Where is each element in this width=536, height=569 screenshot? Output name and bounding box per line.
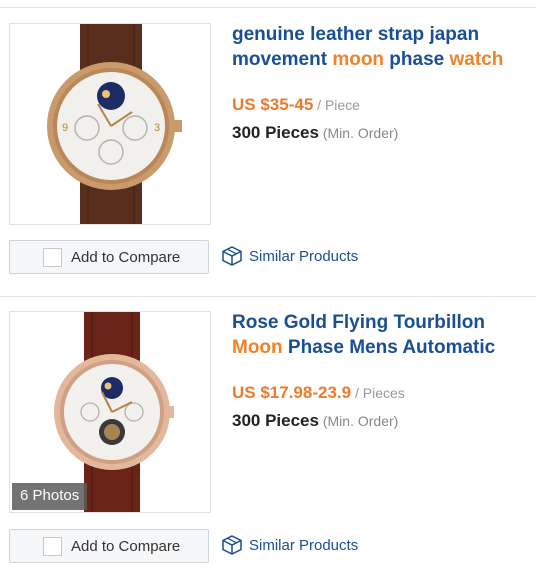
cube-icon (222, 535, 242, 555)
svg-text:3: 3 (154, 122, 160, 134)
add-to-compare-button[interactable]: Add to Compare (9, 240, 209, 274)
compare-label: Add to Compare (71, 249, 181, 266)
price-unit: / Piece (313, 97, 360, 113)
min-order-note: (Min. Order) (318, 125, 399, 141)
photos-badge[interactable]: 6 Photos (12, 483, 88, 510)
price-unit: / Pieces (351, 385, 405, 401)
product-image[interactable]: 6 Photos (9, 311, 211, 513)
watch-image: 9 3 (47, 24, 182, 224)
product-card: 9 3 genuine leather strap japan movement… (0, 9, 536, 297)
product-image[interactable]: 9 3 (9, 23, 211, 225)
price-amount: US $17.98-23.9 (232, 383, 352, 402)
compare-checkbox[interactable] (43, 248, 62, 267)
cube-icon (222, 246, 242, 266)
add-to-compare-button[interactable]: Add to Compare (9, 529, 209, 563)
min-order-quantity: 300 Pieces (232, 411, 319, 430)
min-order-quantity: 300 Pieces (232, 123, 319, 142)
top-divider (0, 7, 536, 8)
compare-label: Add to Compare (71, 538, 181, 555)
similar-products-label: Similar Products (249, 537, 359, 554)
product-card: 6 Photos Rose Gold Flying Tourbillon Moo… (0, 297, 536, 569)
min-order-note: (Min. Order) (318, 413, 399, 429)
min-order: 300 Pieces (Min. Order) (232, 123, 398, 144)
svg-text:9: 9 (62, 122, 68, 134)
similar-products-label: Similar Products (249, 248, 359, 265)
compare-checkbox[interactable] (43, 537, 62, 556)
product-title[interactable]: genuine leather strap japan movement moo… (232, 22, 528, 72)
product-title[interactable]: Rose Gold Flying Tourbillon Moon Phase M… (232, 310, 528, 360)
product-price: US $17.98-23.9 / Pieces (232, 383, 405, 404)
product-price: US $35-45 / Piece (232, 95, 360, 116)
min-order: 300 Pieces (Min. Order) (232, 411, 398, 432)
price-amount: US $35-45 (232, 95, 314, 114)
